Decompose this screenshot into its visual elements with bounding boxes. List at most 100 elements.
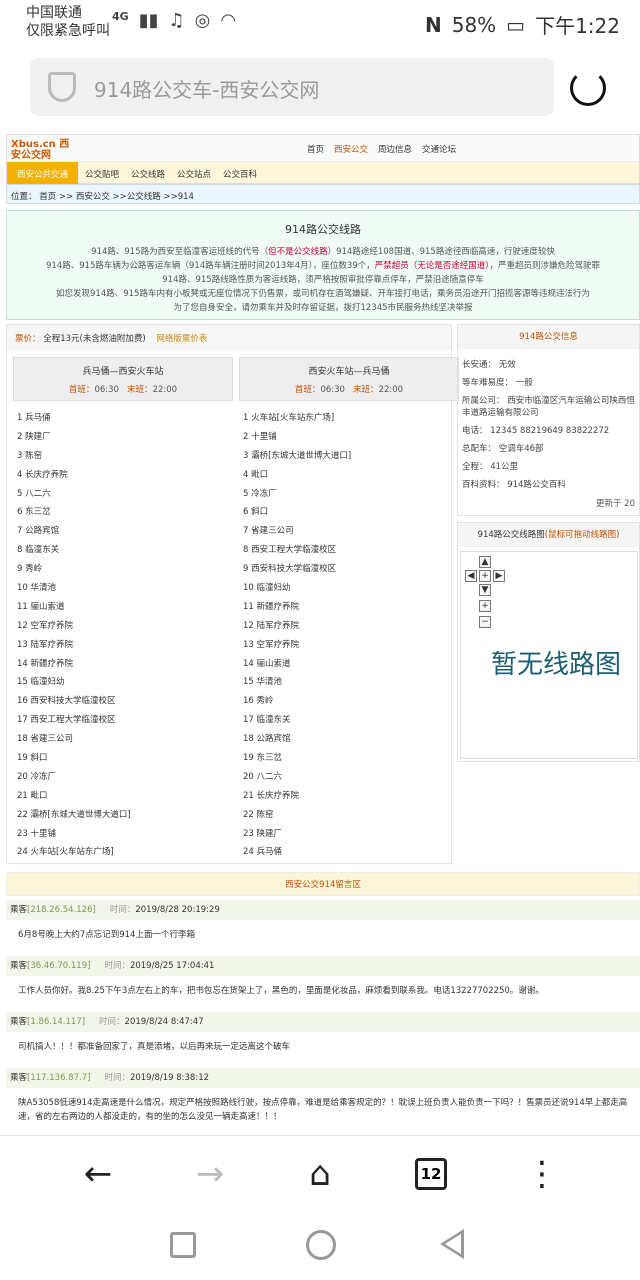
route-map[interactable]: ▲ ◀ + ▶ ▼ + − 暂无线路图 — [460, 551, 638, 759]
site-logo[interactable]: Xbus.cn 西安公交网 — [11, 139, 71, 161]
message-board-title: 西安公交914留言区 — [6, 872, 640, 896]
route-intro: 914路公交线路 914路、915路为西安至临潼客运班线的代号（但不是公交线路）… — [6, 210, 640, 320]
zoom-out-icon[interactable]: − — [479, 616, 491, 628]
stop-item[interactable]: 1 火车站[火车站东广场] — [237, 409, 457, 428]
breadcrumb: 位置： 首页 >> 西安公交 >>公交线路 >>914 — [6, 184, 640, 204]
wechat-icon: ◎ — [194, 10, 211, 31]
stop-item[interactable]: 2 十里铺 — [237, 428, 457, 447]
home-circle-icon[interactable] — [306, 1230, 336, 1260]
intro-line-5: 为了您自身安全，请勿乘车并及时存留证据，拨打12345市民服务热线坚决举报 — [173, 303, 473, 313]
battery-icon: ▭ — [506, 12, 526, 37]
stop-item[interactable]: 14 骊山索道 — [237, 655, 457, 674]
stop-item[interactable]: 17 临潼东关 — [237, 711, 457, 730]
stop-item[interactable]: 3 灞桥[东城大道世博大道口] — [237, 447, 457, 466]
forward-icon[interactable]: → — [180, 1154, 240, 1198]
pan-down-icon[interactable]: ▼ — [479, 584, 491, 596]
stop-item[interactable]: 4 毗口 — [237, 466, 457, 485]
route-stops-panel: 票价： 全程13元(未含燃油附加费) 网络版票价表 兵马俑—西安火车站 首班：0… — [6, 324, 459, 864]
stop-item[interactable]: 10 临潼妇幼 — [237, 579, 457, 598]
message-item: 乘客[218.26.54.126] 时间：2019/8/28 20:19:29 6月… — [6, 900, 640, 950]
stop-item[interactable]: 1 兵马俑 — [11, 409, 231, 428]
direction-2-stops: 1 火车站[火车站东广场] 2 十里铺 3 灞桥[东城大道世博大道口] 4 毗口 5 冷… — [237, 409, 457, 862]
signal-icon: 4G — [112, 10, 129, 23]
stop-item[interactable]: 23 十里铺 — [11, 825, 231, 844]
back-triangle-icon[interactable] — [440, 1229, 464, 1259]
stop-item[interactable]: 6 斜口 — [237, 503, 457, 522]
stop-item[interactable]: 17 西安工程大学临潼校区 — [11, 711, 231, 730]
pan-right-icon[interactable]: ▶ — [493, 570, 505, 582]
stop-item[interactable]: 3 陈窑 — [11, 447, 231, 466]
menu-icon[interactable]: ⋮ — [512, 1154, 572, 1198]
subnav-public-transit[interactable]: 西安公共交通 — [7, 162, 79, 184]
stop-item[interactable]: 21 长庆疗养院 — [237, 787, 457, 806]
stop-item[interactable]: 13 陆军疗养院 — [11, 636, 231, 655]
stop-item[interactable]: 7 省建三公司 — [237, 522, 457, 541]
top-nav: 首页 西安公交 周边信息 交通论坛 — [307, 143, 456, 155]
zoom-in-icon[interactable]: + — [479, 600, 491, 612]
stop-item[interactable]: 16 西安科技大学临潼校区 — [11, 692, 231, 711]
pan-center-icon[interactable]: + — [479, 570, 491, 582]
stop-item[interactable]: 2 陕建厂 — [11, 428, 231, 447]
stop-item[interactable]: 4 长庆疗养院 — [11, 466, 231, 485]
nav-xian-bus[interactable]: 西安公交 — [334, 143, 368, 155]
message-meta: 乘客[117.136.87.7] 时间：2019/8/19 8:38:12 — [6, 1068, 640, 1088]
subnav-bar[interactable]: 公交贴吧 — [85, 168, 119, 180]
message-meta: 乘客[1.86.14.117] 时间：2019/8/24 8:47:47 — [6, 1012, 640, 1032]
pan-up-icon[interactable]: ▲ — [479, 556, 491, 568]
stop-item[interactable]: 8 西安工程大学临潼校区 — [237, 541, 457, 560]
home-icon[interactable]: ⌂ — [290, 1154, 350, 1198]
fare-table-link[interactable]: 网络版票价表 — [156, 334, 207, 344]
nav-nearby[interactable]: 周边信息 — [378, 143, 412, 155]
stop-item[interactable]: 24 兵马俑 — [237, 843, 457, 862]
stop-item[interactable]: 18 省建三公司 — [11, 730, 231, 749]
tabs-button[interactable]: 12 — [415, 1158, 447, 1190]
sub-nav: 西安公共交通 公交贴吧 公交线路 公交站点 公交百科 — [7, 161, 639, 184]
browser-toolbar: ← → ⌂ 12 ⋮ — [0, 1135, 640, 1215]
stop-item[interactable]: 20 冷冻厂 — [11, 768, 231, 787]
stop-item[interactable]: 23 陕建厂 — [237, 825, 457, 844]
direction-1-header: 兵马俑—西安火车站 首班：06:30 末班：22:00 — [13, 357, 233, 401]
stop-item[interactable]: 9 西安科技大学临潼校区 — [237, 560, 457, 579]
subnav-stations[interactable]: 公交站点 — [177, 168, 211, 180]
stop-item[interactable]: 24 火车站[火车站东广场] — [11, 843, 231, 862]
stop-item[interactable]: 9 秀岭 — [11, 560, 231, 579]
stop-item[interactable]: 11 骊山索道 — [11, 598, 231, 617]
message-meta: 乘客[36.46.70.119] 时间：2019/8/25 17:04:41 — [6, 956, 640, 976]
stop-item[interactable]: 22 陈窑 — [237, 806, 457, 825]
address-bar[interactable]: 914路公交车-西安公交网 — [30, 58, 554, 116]
stop-item[interactable]: 14 新疆疗养院 — [11, 655, 231, 674]
stop-item[interactable]: 15 临潼妇幼 — [11, 673, 231, 692]
subnav-wiki[interactable]: 公交百科 — [223, 168, 257, 180]
stop-item[interactable]: 20 八二六 — [237, 768, 457, 787]
stop-item[interactable]: 5 八二六 — [11, 485, 231, 504]
info-wiki[interactable]: 百科资料： 914路公交百科 — [462, 479, 635, 491]
nav-home[interactable]: 首页 — [307, 143, 324, 155]
stop-item[interactable]: 21 毗口 — [11, 787, 231, 806]
stop-item[interactable]: 19 斜口 — [11, 749, 231, 768]
stop-item[interactable]: 22 灞桥[东城大道世博大道口] — [11, 806, 231, 825]
stop-item[interactable]: 19 东三岔 — [237, 749, 457, 768]
back-icon[interactable]: ← — [68, 1154, 128, 1198]
stop-item[interactable]: 11 新疆疗养院 — [237, 598, 457, 617]
reload-icon[interactable] — [570, 70, 606, 106]
message-text: 工作人员你好。我8.25下午3点左右上的车，把书包忘在货架上了，黑色的，里面是化… — [18, 986, 544, 996]
stop-item[interactable]: 15 华清池 — [237, 673, 457, 692]
stop-item[interactable]: 12 空军疗养院 — [11, 617, 231, 636]
fare-value: 全程13元(未含燃油附加费) — [43, 334, 146, 344]
stop-item[interactable]: 16 秀岭 — [237, 692, 457, 711]
stop-item[interactable]: 13 空军疗养院 — [237, 636, 457, 655]
stop-item[interactable]: 5 冷冻厂 — [237, 485, 457, 504]
pan-left-icon[interactable]: ◀ — [465, 570, 477, 582]
subnav-lines[interactable]: 公交线路 — [131, 168, 165, 180]
recents-icon[interactable] — [170, 1232, 196, 1258]
stop-item[interactable]: 6 东三岔 — [11, 503, 231, 522]
stop-item[interactable]: 8 临潼东关 — [11, 541, 231, 560]
message-time-label: 时间： — [104, 961, 130, 971]
music-icon: ♫ — [168, 10, 185, 31]
stop-item[interactable]: 18 公路宾馆 — [237, 730, 457, 749]
stop-item[interactable]: 12 陆军疗养院 — [237, 617, 457, 636]
direction-2-header: 西安火车站—兵马俑 首班：06:30 末班：22:00 — [239, 357, 459, 401]
nav-forum[interactable]: 交通论坛 — [422, 143, 456, 155]
stop-item[interactable]: 7 公路宾馆 — [11, 522, 231, 541]
stop-item[interactable]: 10 华清池 — [11, 579, 231, 598]
